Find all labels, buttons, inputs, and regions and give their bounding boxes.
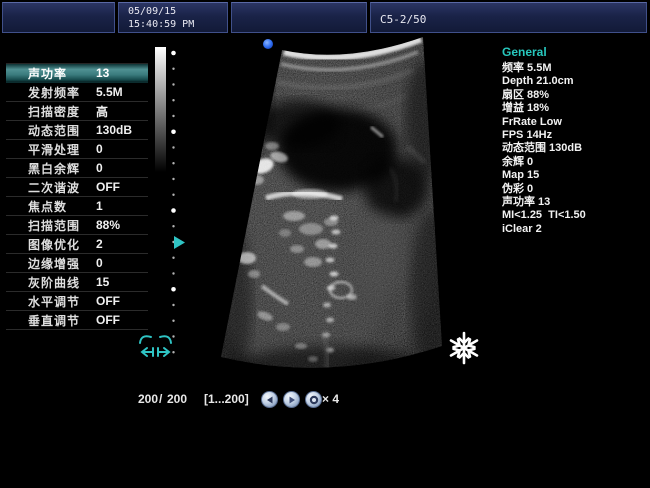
stop-icon	[309, 395, 319, 405]
right-panel-line: 增益 18%	[502, 102, 648, 115]
right-panel-line: iClear 2	[502, 223, 648, 236]
right-panel-line: Depth 21.0cm	[502, 75, 648, 88]
right-panel-line: Map 15	[502, 169, 648, 182]
depth-ruler	[171, 51, 176, 354]
current-frame-number: 200	[138, 392, 158, 406]
right-panel-line: FPS 14Hz	[502, 129, 648, 142]
ultrasound-app-window: 05/09/15 15:40:59 PM C5-2/50 声功率13发射频率5.…	[0, 0, 650, 488]
prev-icon	[266, 396, 274, 404]
prev-frame-button[interactable]	[261, 391, 278, 408]
ultrasound-image[interactable]	[200, 28, 460, 442]
frame-separator: /	[159, 392, 162, 406]
play-button[interactable]	[283, 391, 300, 408]
total-frame-number: 200	[167, 392, 187, 406]
focus-arrow-icon	[174, 236, 185, 249]
frame-range: [1...200]	[204, 392, 249, 406]
playback-speed: × 4	[322, 392, 339, 406]
stop-button[interactable]	[305, 391, 322, 408]
right-panel-line: 频率 5.5M	[502, 62, 648, 75]
preset-title: General	[502, 45, 648, 59]
play-icon	[288, 396, 296, 404]
cine-loop-icon	[140, 336, 171, 356]
right-panel-line: 动态范围 130dB	[502, 142, 648, 155]
right-panel-line: 声功率 13	[502, 196, 648, 209]
snowflake-icon	[449, 333, 479, 363]
image-info-lines: 频率 5.5MDepth 21.0cm扇区 88%增益 18%FrRate Lo…	[502, 62, 648, 236]
right-panel-line: 伪彩 0	[502, 183, 648, 196]
image-info-panel: General 频率 5.5MDepth 21.0cm扇区 88%增益 18%F…	[502, 45, 648, 236]
right-panel-line: FrRate Low	[502, 116, 648, 129]
probe-orientation-dot	[263, 39, 273, 49]
right-panel-line: 余辉 0	[502, 156, 648, 169]
grayscale-bar	[155, 47, 166, 172]
right-panel-line: MI<1.25 TI<1.50	[502, 209, 648, 222]
right-panel-line: 扇区 88%	[502, 89, 648, 102]
